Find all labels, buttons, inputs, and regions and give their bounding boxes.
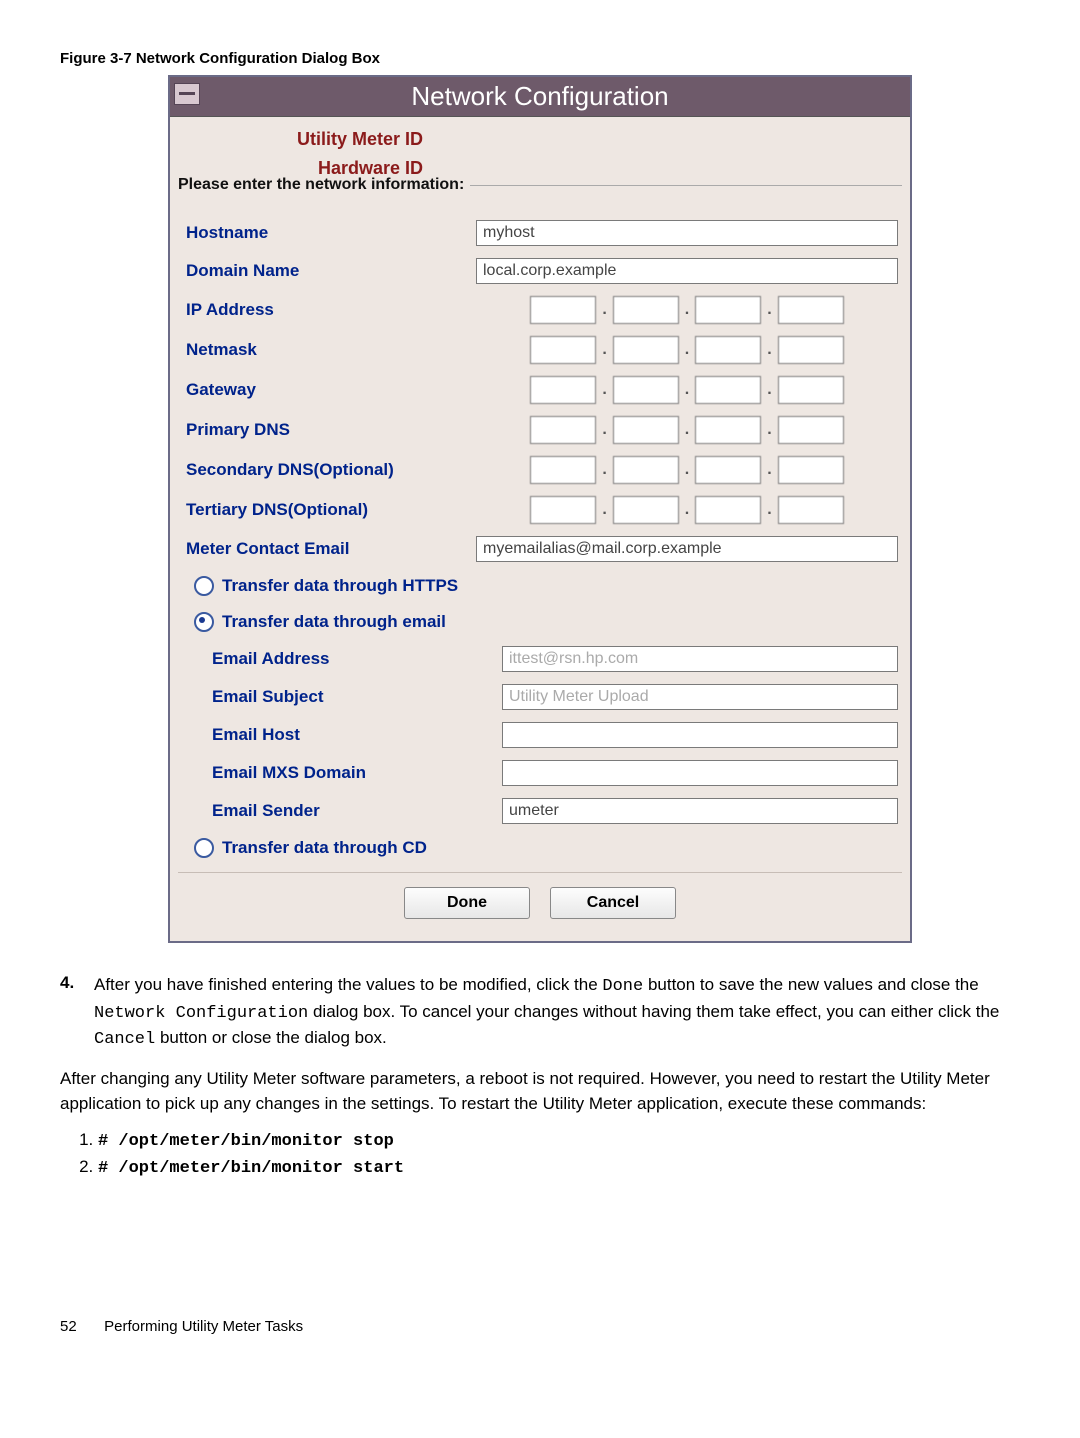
gateway-label: Gateway <box>182 380 476 400</box>
primary-dns-label: Primary DNS <box>182 420 476 440</box>
command-start: # /opt/meter/bin/monitor start <box>98 1159 404 1178</box>
email-host-label: Email Host <box>182 725 502 745</box>
email-mxs-domain-input[interactable] <box>502 760 898 786</box>
command-list: # /opt/meter/bin/monitor stop # /opt/met… <box>60 1130 1020 1178</box>
figure-caption: Figure 3-7 Network Configuration Dialog … <box>60 50 1020 67</box>
step-4: 4. After you have finished entering the … <box>60 973 1020 1053</box>
hostname-input[interactable] <box>476 220 898 246</box>
tertiary-dns-input[interactable]: . . . <box>476 496 898 524</box>
step-4-number: 4. <box>60 973 94 1053</box>
done-button[interactable]: Done <box>404 887 530 919</box>
page-number: 52 <box>60 1318 100 1335</box>
domain-name-label: Domain Name <box>182 261 476 281</box>
radio-transfer-email[interactable] <box>194 612 214 632</box>
meter-contact-email-input[interactable] <box>476 536 898 562</box>
dialog-titlebar: Network Configuration <box>170 77 910 117</box>
cancel-button[interactable]: Cancel <box>550 887 676 919</box>
page-footer: 52 Performing Utility Meter Tasks <box>60 1318 1020 1335</box>
network-config-dialog: Network Configuration Utility Meter ID H… <box>168 75 912 943</box>
domain-name-input[interactable] <box>476 258 898 284</box>
gateway-input[interactable]: . . . <box>476 376 898 404</box>
radio-transfer-email-label: Transfer data through email <box>222 612 446 632</box>
radio-transfer-cd-label: Transfer data through CD <box>222 838 427 858</box>
email-subject-label: Email Subject <box>182 687 502 707</box>
primary-dns-input[interactable]: . . . <box>476 416 898 444</box>
radio-transfer-https[interactable] <box>194 576 214 596</box>
tertiary-dns-label: Tertiary DNS(Optional) <box>182 500 476 520</box>
utility-meter-id-label: Utility Meter ID <box>178 129 429 150</box>
email-address-input[interactable] <box>502 646 898 672</box>
step-4-text: After you have finished entering the val… <box>94 973 1020 1053</box>
command-stop: # /opt/meter/bin/monitor stop <box>98 1132 394 1151</box>
secondary-dns-input[interactable]: . . . <box>476 456 898 484</box>
secondary-dns-label: Secondary DNS(Optional) <box>182 460 476 480</box>
email-sender-label: Email Sender <box>182 801 502 821</box>
email-address-label: Email Address <box>182 649 502 669</box>
hostname-label: Hostname <box>182 223 476 243</box>
restart-paragraph: After changing any Utility Meter softwar… <box>60 1067 1020 1116</box>
radio-transfer-https-label: Transfer data through HTTPS <box>222 576 458 596</box>
dialog-title: Network Configuration <box>411 81 668 111</box>
footer-section-title: Performing Utility Meter Tasks <box>104 1318 303 1335</box>
radio-transfer-cd[interactable] <box>194 838 214 858</box>
ip-address-label: IP Address <box>182 300 476 320</box>
fieldset-label: Please enter the network information: <box>178 185 902 214</box>
system-menu-icon[interactable] <box>174 83 200 105</box>
meter-contact-email-label: Meter Contact Email <box>182 539 476 559</box>
email-host-input[interactable] <box>502 722 898 748</box>
email-subject-input[interactable] <box>502 684 898 710</box>
netmask-label: Netmask <box>182 340 476 360</box>
email-mxs-domain-label: Email MXS Domain <box>182 763 502 783</box>
netmask-input[interactable]: . . . <box>476 336 898 364</box>
ip-address-input[interactable]: . . . <box>476 296 898 324</box>
email-sender-input[interactable] <box>502 798 898 824</box>
